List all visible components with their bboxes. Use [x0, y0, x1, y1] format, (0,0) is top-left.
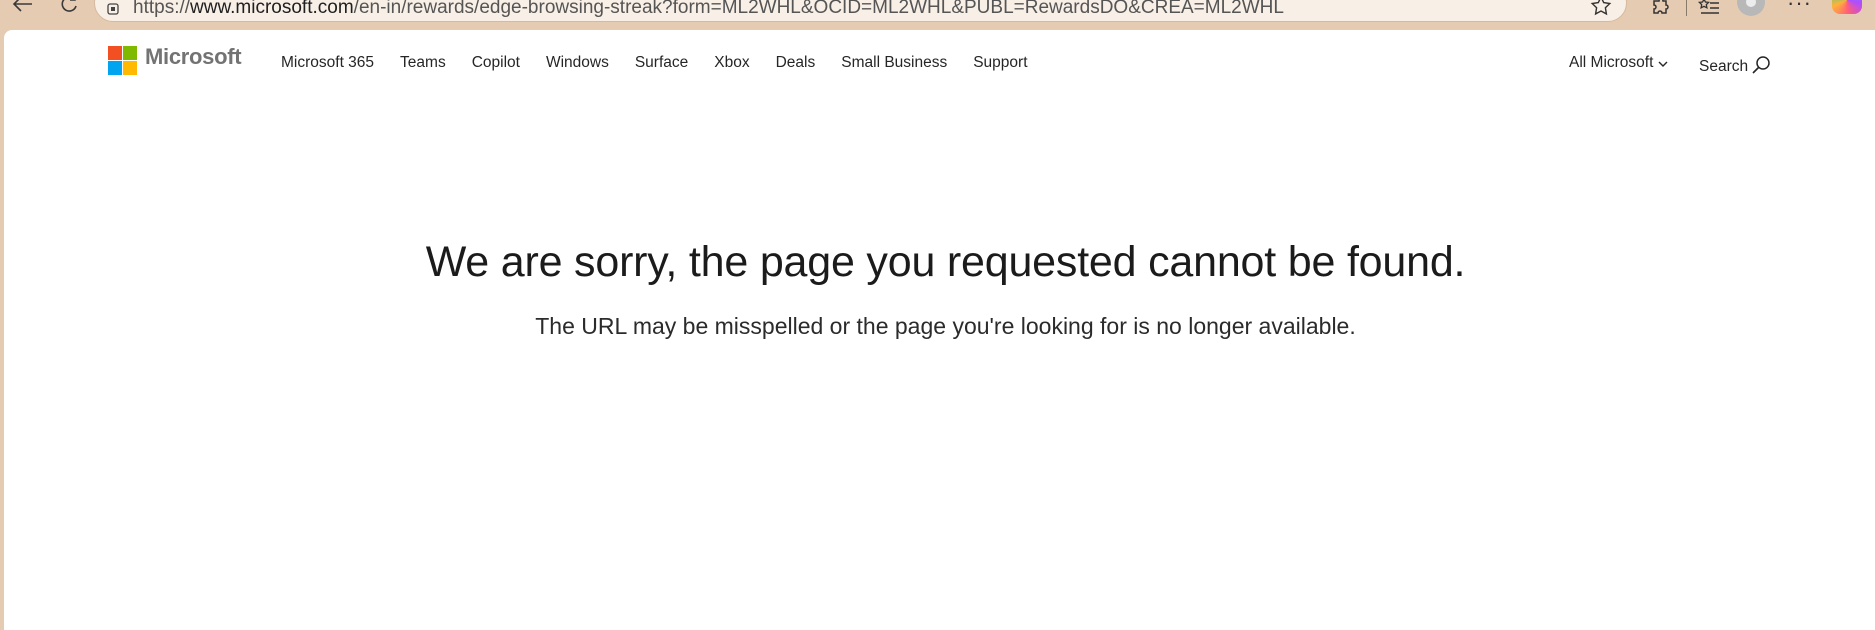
search-label: Search [1699, 58, 1749, 75]
nav-item-small-business[interactable]: Small Business [841, 54, 947, 72]
url-path: /en-in/rewards/edge-browsing-streak?form… [353, 0, 1284, 18]
search-button[interactable]: Search [1699, 55, 1771, 76]
address-bar[interactable]: https://www.microsoft.com/en-in/rewards/… [94, 0, 1627, 22]
nav-item-xbox[interactable]: Xbox [714, 54, 749, 72]
toolbar-divider [1686, 0, 1687, 16]
copilot-icon[interactable] [1832, 0, 1862, 14]
nav-item-deals[interactable]: Deals [776, 54, 816, 72]
browser-toolbar: https://www.microsoft.com/en-in/rewards/… [0, 0, 1875, 30]
url-text[interactable]: https://www.microsoft.com/en-in/rewards/… [133, 0, 1284, 19]
profile-avatar[interactable] [1737, 0, 1765, 16]
puzzle-icon[interactable] [1648, 0, 1672, 20]
nav-item-teams[interactable]: Teams [400, 54, 446, 72]
all-microsoft-menu[interactable]: All Microsoft [1569, 54, 1669, 72]
nav-item-microsoft-365[interactable]: Microsoft 365 [281, 54, 374, 72]
url-prefix: https:// [133, 0, 191, 18]
nav-item-surface[interactable]: Surface [635, 54, 688, 72]
url-host: www.microsoft.com [190, 0, 354, 18]
error-heading: We are sorry, the page you requested can… [425, 238, 1466, 286]
browser-window: https://www.microsoft.com/en-in/rewards/… [0, 0, 1875, 630]
nav-item-copilot[interactable]: Copilot [472, 54, 520, 72]
main-nav: Microsoft 365 Teams Copilot Windows Surf… [281, 54, 1054, 72]
site-header: Microsoft Microsoft 365 Teams Copilot Wi… [4, 30, 1875, 84]
more-icon[interactable]: ··· [1787, 0, 1812, 16]
nav-item-support[interactable]: Support [973, 54, 1027, 72]
search-icon [1751, 55, 1771, 75]
site-info-icon[interactable] [107, 2, 119, 15]
star-icon[interactable] [1590, 0, 1612, 17]
back-arrow-icon[interactable] [10, 0, 36, 14]
page-viewport: Microsoft Microsoft 365 Teams Copilot Wi… [4, 30, 1875, 630]
microsoft-logo-icon[interactable] [108, 46, 138, 76]
favorites-list-icon[interactable] [1697, 0, 1721, 20]
refresh-icon[interactable] [56, 0, 82, 14]
all-microsoft-label: All Microsoft [1569, 54, 1654, 71]
nav-item-windows[interactable]: Windows [546, 54, 609, 72]
brand-wordmark[interactable]: Microsoft [145, 44, 242, 70]
error-subtext: The URL may be misspelled or the page yo… [535, 313, 1356, 339]
chevron-down-icon [1657, 57, 1669, 69]
